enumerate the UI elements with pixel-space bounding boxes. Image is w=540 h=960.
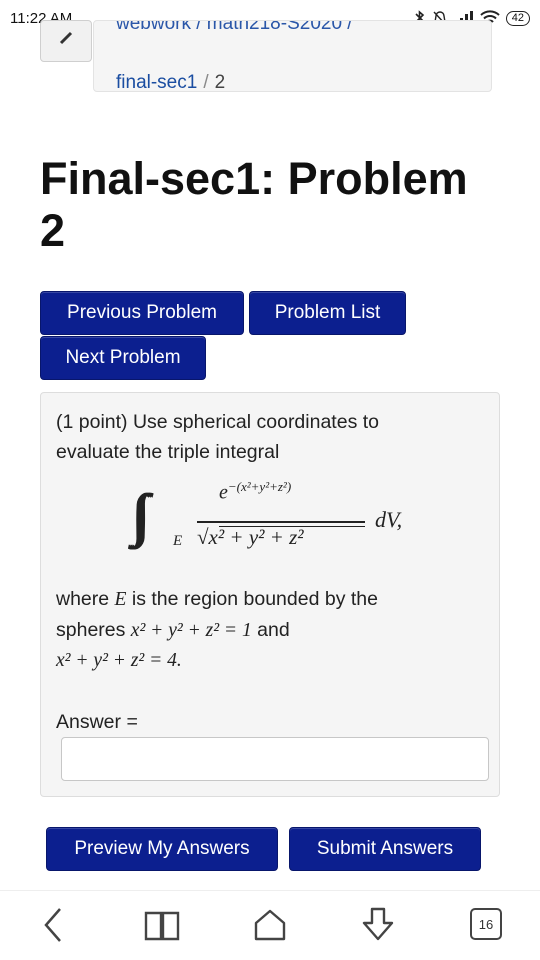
triple-integral-sign: ∫∫∫ (131, 482, 150, 547)
problem-intro-line-2: evaluate the triple integral (56, 441, 280, 463)
triple-integral: ∫∫∫ E e−(x²+y²+z²) √x² + y² + z² dV, (131, 479, 461, 569)
integral-differential: dV, (375, 507, 403, 532)
back-icon[interactable] (42, 907, 66, 943)
browser-bottom-bar (0, 890, 540, 960)
integral-region: E (173, 533, 183, 549)
integrand-numerator: e−(x²+y²+z²) (219, 479, 292, 504)
region-description-line-1: where E is the region bounded by the (56, 588, 378, 610)
region-description-line-3: x² + y² + z² = 4. (56, 650, 182, 671)
answer-label: Answer = (56, 711, 138, 733)
breadcrumb-bottom-row: final-sec1 /2 (116, 72, 226, 92)
answer-input[interactable] (61, 737, 489, 781)
page-title: Final-sec1: Problem 2 (40, 153, 468, 256)
breadcrumb-path-clipped[interactable]: webwork / math218-S2020 / (116, 21, 353, 35)
home-icon[interactable] (252, 907, 288, 943)
next-problem-button[interactable]: Next Problem (40, 336, 206, 380)
region-description-line-2: spheres x² + y² + z² = 1 and (56, 619, 290, 641)
problem-panel: (1 point) Use spherical coordinates to e… (40, 392, 500, 797)
integrand-denominator: √x² + y² + z² (197, 525, 304, 549)
tabs-count-button[interactable]: 16 (470, 908, 502, 940)
battery-indicator: 42 (505, 10, 530, 26)
chevron-icon (59, 31, 73, 45)
submit-answers-button[interactable]: Submit Answers (289, 827, 481, 871)
problem-intro-line-1: (1 point) Use spherical coordinates to (56, 411, 379, 433)
bookmarks-icon[interactable] (144, 907, 180, 943)
previous-problem-button[interactable]: Previous Problem (40, 291, 244, 335)
problem-list-button[interactable]: Problem List (249, 291, 406, 335)
breadcrumb-current: 2 (214, 72, 226, 92)
breadcrumb-separator: / (203, 72, 209, 92)
fraction-bar (197, 521, 365, 523)
breadcrumb-link-set[interactable]: final-sec1 (116, 72, 197, 91)
preview-answers-button[interactable]: Preview My Answers (46, 827, 278, 871)
breadcrumb-toggle-button[interactable] (40, 20, 92, 62)
breadcrumb: webwork / math218-S2020 / final-sec1 /2 (93, 20, 492, 92)
download-icon[interactable] (360, 907, 396, 943)
